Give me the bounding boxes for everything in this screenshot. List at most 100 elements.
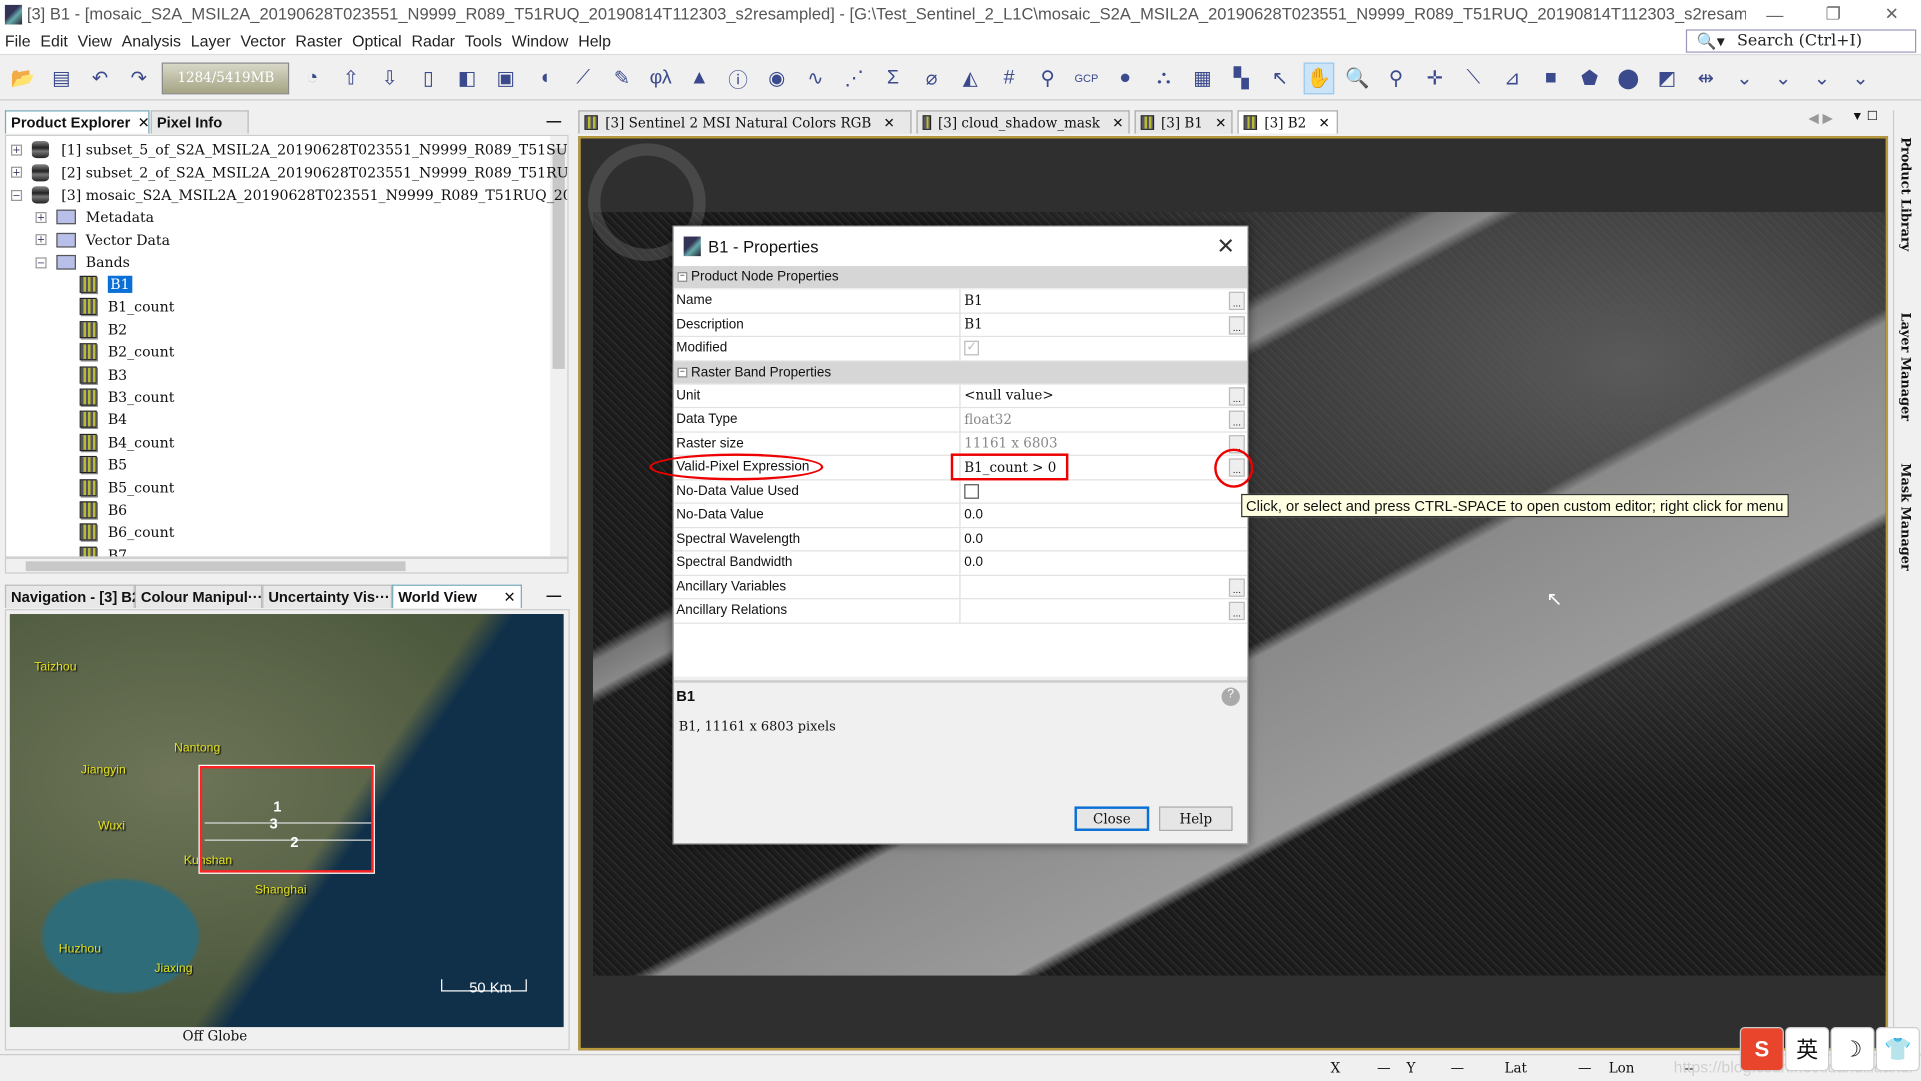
spectrum-icon[interactable]: ⟋	[568, 62, 599, 94]
band-node[interactable]: B6	[79, 499, 127, 521]
product-node[interactable]: − [3] mosaic_S2A_MSIL2A_20190628T023551_N…	[11, 184, 567, 206]
property-section[interactable]: − Product Node Properties	[673, 265, 1248, 290]
help-button[interactable]: Help	[1159, 806, 1233, 831]
property-value[interactable]: 0.0	[961, 504, 1248, 527]
band-node[interactable]: B2_count	[79, 341, 174, 363]
more-icon[interactable]: ⌄	[1729, 62, 1760, 94]
menu-raster[interactable]: Raster	[295, 32, 342, 50]
menu-radar[interactable]: Radar	[412, 32, 455, 50]
restore-button[interactable]: ❐	[1804, 4, 1863, 25]
band-node[interactable]: B2	[79, 318, 127, 340]
histogram-icon[interactable]: ▲	[684, 62, 715, 94]
tab-nav-3[interactable]: World View ✕	[392, 584, 522, 608]
collapse-icon[interactable]: −	[677, 367, 688, 377]
product-node[interactable]: + [1] subset_5_of_S2A_MSIL2A_20190628T023…	[11, 138, 567, 160]
sogou-ime-icon[interactable]: S	[1739, 1027, 1784, 1072]
more-icon-3[interactable]: ⌄	[1807, 62, 1838, 94]
world-map[interactable]: Taizhou Nantong Jiangyin Wuxi Kunshan Sh…	[9, 614, 564, 1028]
custom-editor-button[interactable]: ...	[1228, 386, 1245, 406]
property-value[interactable]: float32	[961, 408, 1248, 431]
property-value[interactable]: <null value>	[961, 384, 1248, 407]
undo-icon[interactable]: ↶	[85, 62, 116, 94]
more-icon-2[interactable]: ⌄	[1768, 62, 1799, 94]
pan-tool-icon[interactable]: ✋	[1303, 61, 1335, 94]
close-icon[interactable]: ✕	[884, 115, 895, 131]
menu-tools[interactable]: Tools	[465, 32, 502, 50]
profile-icon[interactable]: ◉	[761, 62, 792, 94]
property-section[interactable]: − Raster Band Properties	[673, 360, 1248, 385]
session-icon[interactable]: ◔	[297, 62, 328, 94]
line-tool-icon[interactable]: ⟍	[1458, 62, 1489, 94]
folder-node[interactable]: + Metadata	[35, 206, 154, 228]
geocoding-icon[interactable]: φλ	[645, 62, 676, 94]
menu-view[interactable]: View	[78, 32, 112, 50]
skin-icon[interactable]: 👕	[1875, 1027, 1920, 1072]
batch-icon[interactable]: ▦	[1187, 62, 1218, 94]
tab-nav-arrows[interactable]: ◀ ▶	[1808, 110, 1832, 127]
rectangle-tool-icon[interactable]: ■	[1536, 62, 1567, 94]
band-node[interactable]: B3_count	[79, 386, 174, 408]
close-button[interactable]: Close	[1074, 806, 1150, 831]
menu-layer[interactable]: Layer	[191, 32, 231, 50]
checkbox[interactable]	[964, 483, 979, 499]
expand-icon[interactable]: +	[35, 211, 47, 223]
tab-nav-2[interactable]: Uncertainty Vis···	[262, 584, 393, 608]
band-node[interactable]: B5_count	[79, 476, 174, 498]
custom-editor-button[interactable]: ...	[1228, 315, 1245, 334]
close-icon[interactable]: ✕	[503, 588, 515, 605]
graph-builder-icon[interactable]: ⛬	[1149, 62, 1180, 94]
menu-help[interactable]: Help	[578, 32, 611, 50]
redo-icon[interactable]: ↷	[123, 62, 154, 94]
band-node[interactable]: B6_count	[79, 521, 174, 543]
polygon-tool-icon[interactable]: ⬟	[1574, 62, 1605, 94]
custom-editor-button[interactable]: ...	[1228, 410, 1245, 429]
product-node[interactable]: + [2] subset_2_of_S2A_MSIL2A_20190628T023…	[11, 161, 567, 183]
band-node[interactable]: B3	[79, 364, 127, 386]
property-value[interactable]: 0.0	[961, 528, 1248, 551]
menu-vector[interactable]: Vector	[240, 32, 285, 50]
expand-icon[interactable]: +	[11, 144, 23, 156]
help-icon[interactable]: ?	[1221, 687, 1240, 706]
save-product-icon[interactable]: ▤	[46, 62, 77, 94]
property-value[interactable]	[961, 599, 1248, 622]
ellipse-tool-icon[interactable]: ⬤	[1613, 62, 1644, 94]
band-node[interactable]: B7	[79, 544, 127, 557]
plot-icon[interactable]: ∿	[800, 62, 831, 94]
collapse-icon[interactable]: −	[35, 256, 47, 268]
tab-nav-1[interactable]: Colour Manipul···	[134, 584, 263, 608]
minimize-button[interactable]: —	[1746, 4, 1805, 24]
minimize-panel-button[interactable]: —	[546, 113, 561, 130]
menu-optical[interactable]: Optical	[352, 32, 402, 50]
product-icon[interactable]: ▯	[413, 62, 444, 94]
menu-edit[interactable]: Edit	[40, 32, 67, 50]
gcp-placing-icon[interactable]: ✛	[1420, 62, 1451, 94]
minimize-nav-button[interactable]: —	[546, 587, 561, 604]
more-icon-4[interactable]: ⌄	[1845, 62, 1876, 94]
property-value[interactable]	[961, 480, 1248, 503]
dialog-close-icon[interactable]: ✕	[1217, 234, 1235, 260]
property-value[interactable]: 0.0	[961, 552, 1248, 575]
product-footprint[interactable]: 1 3 2	[198, 764, 375, 874]
custom-editor-button[interactable]: ...	[1228, 601, 1245, 621]
document-tab[interactable]: [3] B2 ✕	[1237, 110, 1338, 134]
grid-icon[interactable]: #	[994, 62, 1025, 94]
document-tab[interactable]: [3] B1 ✕	[1134, 110, 1233, 134]
close-window-button[interactable]: ✕	[1863, 4, 1921, 25]
insert-vertex-icon[interactable]: ◩	[1652, 62, 1683, 94]
tab-list-button[interactable]: ▼ ☐	[1851, 110, 1878, 123]
close-icon[interactable]: ✕	[1319, 115, 1330, 131]
info-icon[interactable]: ⓘ	[723, 62, 754, 94]
search-input[interactable]: 🔍▾ Search (Ctrl+I)	[1685, 29, 1917, 53]
zoom-tool-icon[interactable]: 🔍	[1342, 62, 1373, 94]
pin-icon[interactable]: ⚲	[1032, 62, 1063, 94]
expand-icon[interactable]: +	[35, 234, 47, 246]
layer-icon[interactable]: ◭	[955, 62, 986, 94]
range-finder-icon[interactable]: ⇹	[1690, 62, 1721, 94]
rgb-image-icon[interactable]: ◧	[452, 62, 483, 94]
close-icon[interactable]: ✕	[1215, 115, 1226, 131]
tab-product-explorer[interactable]: Product Explorer ✕	[4, 110, 150, 134]
gcp-icon[interactable]: GCP	[1071, 62, 1102, 94]
folder-node[interactable]: − Bands	[35, 251, 130, 273]
menu-window[interactable]: Window	[512, 32, 569, 50]
band-node[interactable]: B1	[79, 273, 133, 295]
